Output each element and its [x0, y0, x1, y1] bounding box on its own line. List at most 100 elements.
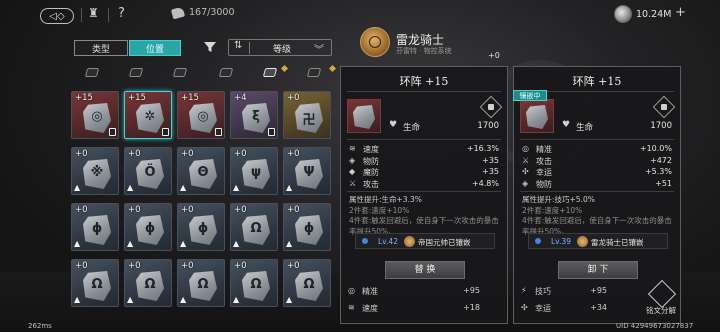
dismantle-label[interactable]: 铭文分解	[646, 305, 676, 316]
rune-slot[interactable]: +15 ◎	[177, 91, 225, 139]
rune-slot[interactable]: +15 ✲	[124, 91, 172, 139]
rune-slot[interactable]: +0 Ö ▲	[124, 147, 172, 195]
substat-value: +5.3%	[644, 167, 672, 176]
rune-glyph-icon: ✲	[144, 109, 156, 124]
upgrade-arrow-icon: ▲	[233, 239, 240, 248]
rune-slot[interactable]: +0 卍	[283, 91, 331, 139]
tab-position[interactable]: 位置	[129, 40, 181, 56]
owner-level: Lv.42	[378, 237, 398, 246]
rune-slot[interactable]: +0 Ω ▲	[177, 259, 225, 307]
substat-label: 魔防	[363, 168, 379, 177]
replace-button[interactable]: 替 换	[385, 261, 465, 279]
help-button[interactable]: ?	[118, 6, 125, 21]
rune-slot[interactable]: +0 ψ ▲	[230, 147, 278, 195]
rune-glyph-icon: Ω	[250, 277, 262, 292]
rune-glyph-icon: ξ	[252, 109, 260, 124]
rune-glyph-icon: ◎	[197, 109, 209, 124]
substat-value: +472	[650, 155, 672, 165]
lock-icon[interactable]	[479, 95, 503, 119]
rune-glyph-icon: ϕ	[91, 221, 103, 236]
rune-slot[interactable]: +4 ξ	[230, 91, 278, 139]
rune-level: +0	[181, 261, 194, 271]
divider	[520, 139, 674, 140]
substat-row: ◎ 精准 +10.0%	[522, 144, 672, 155]
rune-slot[interactable]: +0 ϕ ▲	[283, 203, 331, 251]
substat-row: ⚔ 攻击 +472	[522, 156, 672, 167]
rune-level: +15	[75, 93, 93, 103]
ghost-stat-row: ✣ 幸运 +34	[521, 303, 607, 314]
sort-order-icon[interactable]: ⇅	[234, 40, 242, 51]
rune-slot[interactable]: +0 Ω ▲	[283, 259, 331, 307]
rune-thumbnail	[347, 99, 381, 133]
rune-level: +0	[287, 149, 300, 159]
substat-label: 物防	[363, 156, 379, 166]
upgrade-arrow-icon: ▲	[286, 295, 293, 304]
slot-icon-6[interactable]	[306, 68, 322, 77]
rune-glyph-icon: Ω	[197, 277, 209, 292]
slot-icon-1[interactable]	[84, 68, 100, 77]
substat-value: +35	[482, 167, 499, 176]
lock-icon[interactable]	[652, 95, 676, 119]
lock-icon	[215, 128, 222, 136]
slot-icon-4[interactable]	[218, 68, 234, 77]
equipped-by: Lv.39 雷龙骑士已镶嵌	[528, 233, 668, 249]
rune-slot[interactable]: +0 Θ ▲	[177, 147, 225, 195]
upgrade-arrow-icon: ▲	[74, 239, 81, 248]
rune-slot[interactable]: +0 Ω ▲	[230, 203, 278, 251]
rune-slot[interactable]: +0 ϕ ▲	[71, 203, 119, 251]
set-bonus-text: 属性提升:技巧+5.0% 2件套:速度+10% 4件套:触发回避后，使自身下一次…	[522, 195, 674, 237]
main-stat: ♥ 生命 1700	[562, 120, 672, 133]
rune-slot[interactable]: +15 ◎	[71, 91, 119, 139]
divider	[347, 191, 501, 192]
heart-icon: ♥	[389, 120, 398, 130]
rune-slot[interactable]: +0 ϕ ▲	[124, 203, 172, 251]
owner-name: 帝国元帅已镶嵌	[418, 238, 471, 247]
slot-icon-2[interactable]	[128, 68, 144, 77]
substat-value: +4.8%	[471, 178, 499, 188]
attack-icon: ⚔	[349, 178, 357, 188]
substat-row: ⚔ 攻击 +4.8%	[349, 179, 499, 190]
slot-icon-5[interactable]	[262, 68, 278, 77]
level-icon	[535, 238, 541, 244]
slot-icon-3[interactable]	[172, 68, 188, 77]
silver-coin-icon	[614, 5, 632, 23]
equipped-by: Lv.42 帝国元帅已镶嵌	[355, 233, 495, 249]
lock-icon	[268, 128, 275, 136]
rune-glyph-icon: 卍	[302, 113, 316, 128]
rune-level: +0	[128, 205, 141, 215]
rune-slot[interactable]: +0 Ω ▲	[71, 259, 119, 307]
substat-label: 攻击	[363, 179, 379, 189]
rune-slot[interactable]: +0 Ω ▲	[124, 259, 172, 307]
substat-label: 物防	[536, 179, 552, 189]
unequip-button[interactable]: 卸 下	[558, 261, 638, 279]
top-divider	[108, 8, 109, 22]
rune-slot[interactable]: +0 Ω ▲	[230, 259, 278, 307]
rune-level: +0	[287, 93, 300, 103]
rune-level: +0	[181, 149, 194, 159]
add-currency-button[interactable]: +	[675, 5, 686, 20]
lock-icon	[109, 128, 116, 136]
costume-icon[interactable]: ♜	[88, 6, 102, 22]
filter-icon[interactable]	[203, 40, 217, 54]
chevron-down-icon[interactable]: ︾	[314, 41, 324, 56]
rune-level: +0	[287, 205, 300, 215]
back-button[interactable]: ◁◇	[40, 8, 74, 24]
rune-slot[interactable]: +0 Ψ ▲	[283, 147, 331, 195]
substat-label: 精准	[536, 145, 552, 154]
rune-level: +0	[287, 261, 300, 271]
upgrade-arrow-icon: ▲	[180, 295, 187, 304]
owner-name: 雷龙骑士已镶嵌	[591, 238, 644, 247]
rune-slot[interactable]: +0 ※ ▲	[71, 147, 119, 195]
upgrade-arrow-icon: ▲	[233, 183, 240, 192]
owner-emblem-icon	[404, 236, 415, 247]
tab-type[interactable]: 类型	[74, 40, 128, 56]
substat-label: 幸运	[536, 168, 552, 177]
bag-icon	[170, 6, 186, 20]
upgrade-arrow-icon: ▲	[127, 295, 134, 304]
skill-icon: ⚡	[521, 286, 527, 295]
rune-glyph-icon: Θ	[197, 165, 209, 180]
rune-slot[interactable]: +0 ϕ ▲	[177, 203, 225, 251]
substat-row: ◆ 魔防 +35	[349, 167, 499, 178]
main-stat-label: 生命	[403, 123, 421, 133]
ghost-stat-label: 技巧	[535, 287, 551, 296]
